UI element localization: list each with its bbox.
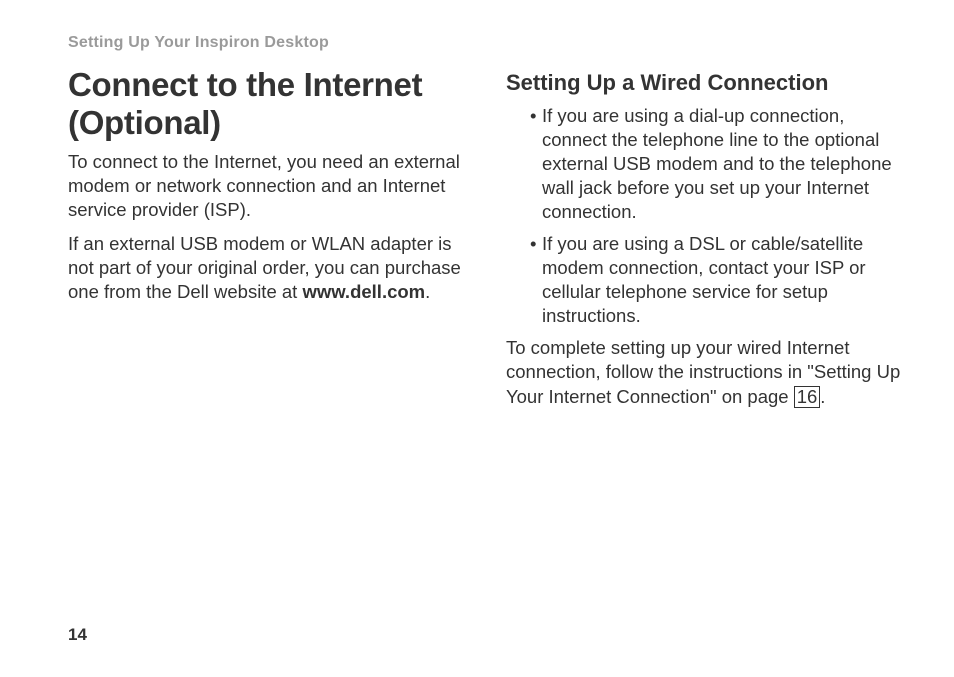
page-reference-link[interactable]: 16 [794, 386, 821, 408]
right-column: Setting Up a Wired Connection If you are… [506, 66, 904, 419]
section-title: Connect to the Internet (Optional) [68, 66, 466, 142]
manual-page: Setting Up Your Inspiron Desktop Connect… [0, 0, 954, 677]
two-column-layout: Connect to the Internet (Optional) To co… [68, 66, 904, 419]
left-column: Connect to the Internet (Optional) To co… [68, 66, 466, 419]
list-item: If you are using a DSL or cable/satellit… [530, 232, 904, 328]
bullet-list: If you are using a dial-up connection, c… [506, 104, 904, 328]
p2-tail: . [425, 281, 430, 302]
dell-url: www.dell.com [302, 281, 425, 302]
list-item: If you are using a dial-up connection, c… [530, 104, 904, 224]
running-header: Setting Up Your Inspiron Desktop [68, 34, 904, 52]
follow-up-paragraph: To complete setting up your wired Intern… [506, 336, 904, 408]
subsection-title: Setting Up a Wired Connection [506, 70, 904, 96]
intro-paragraph-2: If an external USB modem or WLAN adapter… [68, 232, 466, 304]
p3-lead: To complete setting up your wired Intern… [506, 337, 900, 406]
intro-paragraph-1: To connect to the Internet, you need an … [68, 150, 466, 222]
p3-tail: . [820, 386, 825, 407]
page-number: 14 [68, 625, 87, 645]
